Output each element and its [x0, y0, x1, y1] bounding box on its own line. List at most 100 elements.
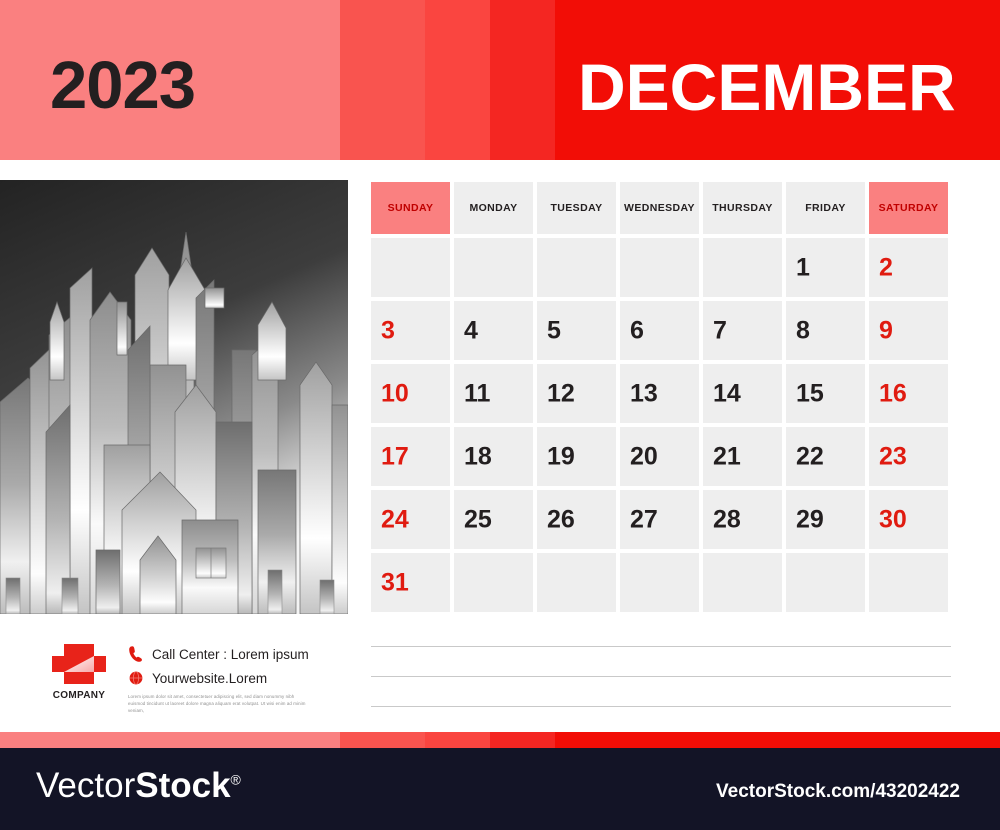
header-band-2: [340, 0, 425, 160]
calendar-day-28[interactable]: 28: [703, 490, 782, 549]
calendar-day-15[interactable]: 15: [786, 364, 865, 423]
calendar-day-6[interactable]: 6: [620, 301, 699, 360]
day-number: 4: [464, 316, 478, 344]
day-number: 10: [381, 379, 409, 407]
calendar-day-empty: [620, 238, 699, 297]
lorem-placeholder-text: Lorem ipsum dolor sit amet, consectetuer…: [128, 694, 306, 713]
calendar-week-row: 31: [371, 553, 951, 612]
calendar-day-19[interactable]: 19: [537, 427, 616, 486]
bottom-color-strip: [0, 732, 1000, 748]
strip-band-4: [490, 732, 555, 748]
calendar-day-25[interactable]: 25: [454, 490, 533, 549]
day-number: 29: [796, 505, 824, 533]
calendar-day-18[interactable]: 18: [454, 427, 533, 486]
calendar-day-5[interactable]: 5: [537, 301, 616, 360]
day-number: 15: [796, 379, 824, 407]
weekday-header-wednesday: WEDNESDAY: [620, 182, 699, 234]
day-number: 8: [796, 316, 810, 344]
calendar-day-3[interactable]: 3: [371, 301, 450, 360]
calendar-day-20[interactable]: 20: [620, 427, 699, 486]
day-number: 18: [464, 442, 492, 470]
day-number: 2: [879, 253, 893, 281]
calendar-day-9[interactable]: 9: [869, 301, 948, 360]
calendar-day-24[interactable]: 24: [371, 490, 450, 549]
calendar-day-14[interactable]: 14: [703, 364, 782, 423]
calendar-day-10[interactable]: 10: [371, 364, 450, 423]
weekday-header-row: SUNDAY MONDAY TUESDAY WEDNESDAY THURSDAY FRID…: [371, 182, 951, 234]
brand-footer: COMPANY Call Center : Lorem ipsum Yourwe…: [0, 630, 360, 730]
calendar-grid: SUNDAY MONDAY TUESDAY WEDNESDAY THURSDAY FRID…: [371, 182, 951, 616]
strip-band-2: [340, 732, 425, 748]
calendar-day-4[interactable]: 4: [454, 301, 533, 360]
company-cross-logo: [48, 642, 110, 686]
calendar-day-26[interactable]: 26: [537, 490, 616, 549]
call-center-text: Call Center : Lorem ipsum: [152, 646, 309, 662]
calendar-week-row: 24 25 26 27 28 29 30: [371, 490, 951, 549]
weekday-header-thursday: THURSDAY: [703, 182, 782, 234]
watermark-bar: VectorStock® VectorStock.com/43202422: [0, 748, 1000, 830]
vectorstock-url: VectorStock.com/43202422: [716, 781, 960, 802]
calendar-day-22[interactable]: 22: [786, 427, 865, 486]
calendar-week-row: 3 4 5 6 7 8 9: [371, 301, 951, 360]
calendar-day-29[interactable]: 29: [786, 490, 865, 549]
vectorstock-logo: VectorStock®: [36, 768, 241, 803]
day-number: 14: [713, 379, 741, 407]
day-number: 26: [547, 505, 575, 533]
day-number: 23: [879, 442, 907, 470]
weekday-header-tuesday: TUESDAY: [537, 182, 616, 234]
note-lines: [371, 646, 951, 736]
note-line[interactable]: [371, 646, 951, 647]
calendar-day-11[interactable]: 11: [454, 364, 533, 423]
calendar-day-1[interactable]: 1: [786, 238, 865, 297]
weekday-header-monday: MONDAY: [454, 182, 533, 234]
day-number: 6: [630, 316, 644, 344]
vs-logo-light: Vector: [36, 766, 136, 805]
calendar-day-30[interactable]: 30: [869, 490, 948, 549]
city-skyline-image: [0, 180, 348, 614]
website-text: Yourwebsite.Lorem: [152, 670, 268, 686]
calendar-day-empty: [786, 553, 865, 612]
calendar-day-13[interactable]: 13: [620, 364, 699, 423]
strip-band-5: [555, 732, 1000, 748]
call-center-line: Call Center : Lorem ipsum: [128, 645, 309, 663]
day-number: 21: [713, 442, 741, 470]
calendar-day-2[interactable]: 2: [869, 238, 948, 297]
day-number: 30: [879, 505, 907, 533]
day-number: 17: [381, 442, 409, 470]
calendar-day-empty: [454, 553, 533, 612]
day-number: 25: [464, 505, 492, 533]
calendar-day-8[interactable]: 8: [786, 301, 865, 360]
day-number: 16: [879, 379, 907, 407]
day-number: 13: [630, 379, 658, 407]
strip-band-1: [0, 732, 340, 748]
calendar-day-27[interactable]: 27: [620, 490, 699, 549]
calendar-day-17[interactable]: 17: [371, 427, 450, 486]
day-number: 3: [381, 316, 395, 344]
calendar-day-31[interactable]: 31: [371, 553, 450, 612]
calendar-week-row: 17 18 19 20 21 22 23: [371, 427, 951, 486]
note-line[interactable]: [371, 706, 951, 707]
calendar-day-16[interactable]: 16: [869, 364, 948, 423]
calendar-day-empty: [869, 553, 948, 612]
weekday-header-friday: FRIDAY: [786, 182, 865, 234]
company-label: COMPANY: [52, 690, 106, 701]
day-number: 22: [796, 442, 824, 470]
day-number: 28: [713, 505, 741, 533]
website-line: Yourwebsite.Lorem: [128, 669, 267, 687]
vs-logo-bold: Stock: [135, 766, 231, 805]
calendar-day-empty: [703, 553, 782, 612]
day-number: 9: [879, 316, 893, 344]
day-number: 5: [547, 316, 561, 344]
day-number: 11: [464, 379, 491, 407]
weekday-header-saturday: SATURDAY: [869, 182, 948, 234]
calendar-day-empty: [620, 553, 699, 612]
calendar-day-23[interactable]: 23: [869, 427, 948, 486]
calendar-day-empty: [454, 238, 533, 297]
header-band-4: [490, 0, 555, 160]
calendar-day-empty: [537, 553, 616, 612]
calendar-day-12[interactable]: 12: [537, 364, 616, 423]
calendar-day-7[interactable]: 7: [703, 301, 782, 360]
calendar-day-empty: [537, 238, 616, 297]
note-line[interactable]: [371, 676, 951, 677]
calendar-day-21[interactable]: 21: [703, 427, 782, 486]
